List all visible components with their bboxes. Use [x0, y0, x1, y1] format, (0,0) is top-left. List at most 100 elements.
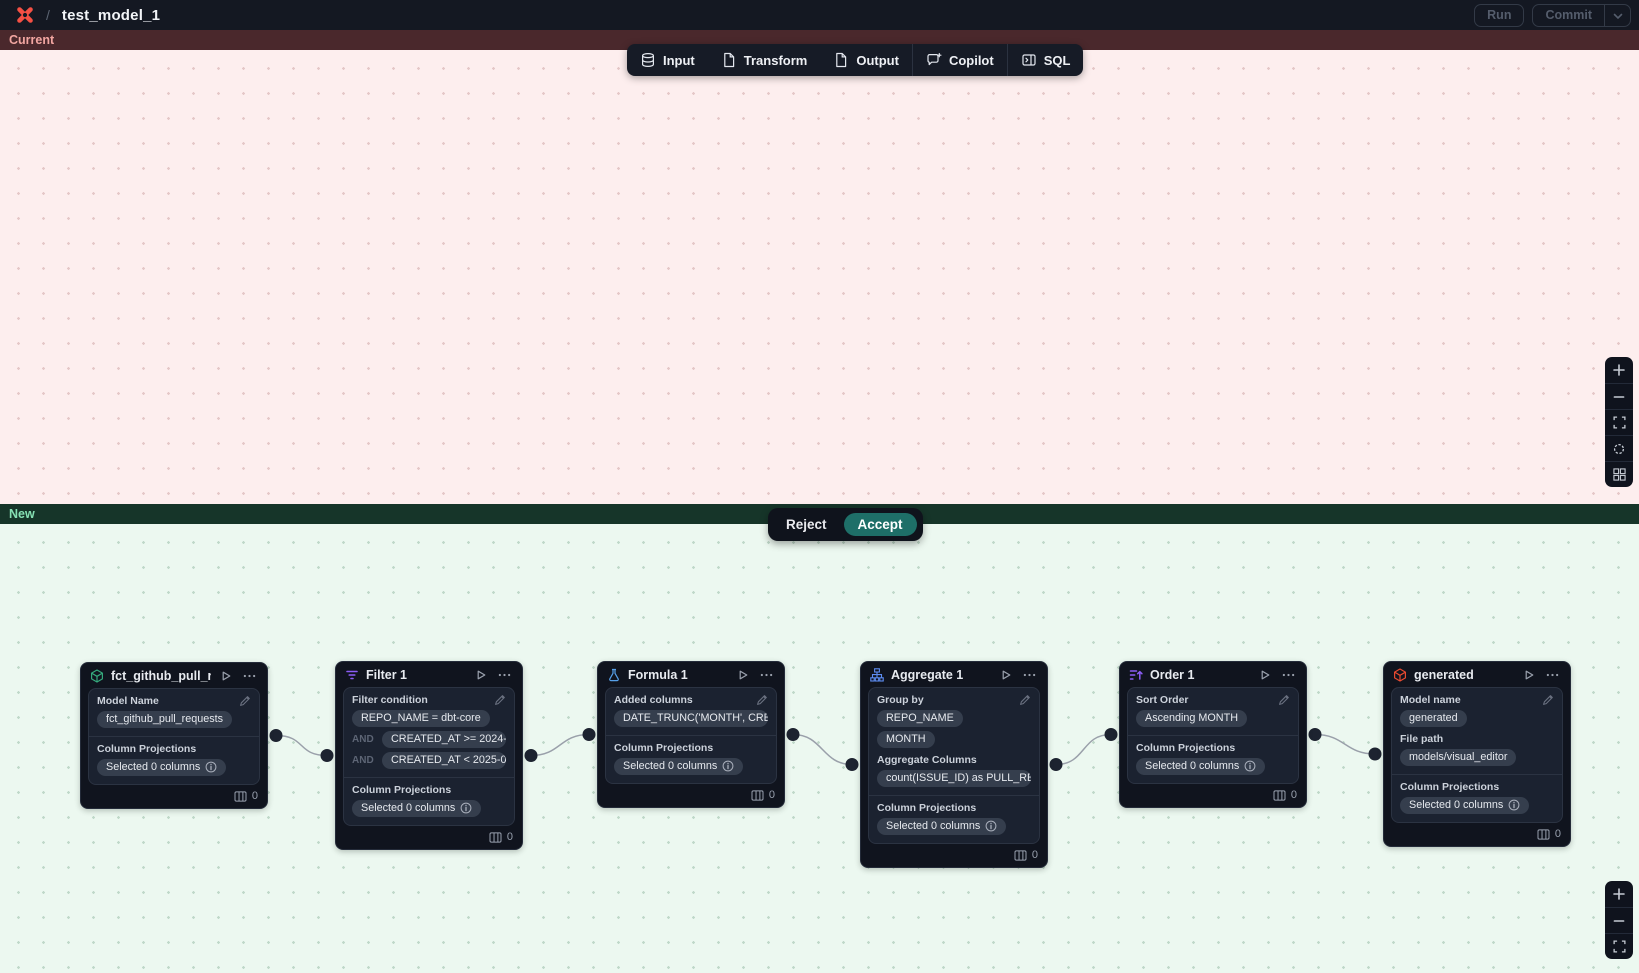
- node-menu-button[interactable]: [1544, 672, 1561, 678]
- current-grid-button[interactable]: [1605, 461, 1633, 487]
- node-run-button[interactable]: [473, 668, 489, 682]
- node-menu-button[interactable]: [241, 673, 258, 679]
- zoom-out-icon: [1612, 914, 1626, 928]
- toolbar-item-transform[interactable]: Transform: [708, 44, 821, 76]
- field-label-row: Model name: [1400, 694, 1554, 706]
- pencil-icon: [1542, 694, 1554, 706]
- node-config-panel: Filter conditionREPO_NAME = dbt-coreANDC…: [343, 687, 515, 826]
- database-icon: [640, 52, 656, 68]
- node-footer: 0: [81, 785, 267, 808]
- node-run-button[interactable]: [1257, 668, 1273, 682]
- field-label: Model name: [1400, 694, 1461, 706]
- fit-view-icon: [1613, 940, 1626, 953]
- dbt-logo-icon[interactable]: [14, 4, 36, 26]
- panel-divider: [89, 736, 259, 737]
- node-title: Aggregate 1: [891, 668, 991, 682]
- field-row: Selected 0 columns: [352, 800, 506, 817]
- node-order-1[interactable]: Order 1Sort OrderAscending MONTHColumn P…: [1119, 661, 1307, 808]
- info-icon[interactable]: [985, 820, 997, 832]
- commit-dropdown-button[interactable]: [1604, 5, 1630, 26]
- play-icon: [220, 670, 232, 682]
- field-row: ANDCREATED_AT < 2025-03-01: [352, 752, 506, 769]
- canvas-controls-new: [1605, 881, 1633, 959]
- new-zoom-in-button[interactable]: [1605, 881, 1633, 907]
- node-run-button[interactable]: [1521, 668, 1537, 682]
- field-label-row: Column Projections: [1136, 742, 1290, 754]
- current-focus-button[interactable]: [1605, 435, 1633, 461]
- field-label: Filter condition: [352, 694, 428, 706]
- info-icon[interactable]: [205, 761, 217, 773]
- row-count: 0: [1032, 849, 1038, 861]
- node-menu-button[interactable]: [1021, 672, 1038, 678]
- run-button[interactable]: Run: [1474, 4, 1524, 27]
- chevron-down-icon: [1613, 8, 1623, 23]
- node-run-button[interactable]: [218, 669, 234, 683]
- info-icon[interactable]: [722, 760, 734, 772]
- value-pill: DATE_TRUNC('MONTH', CREATED_AT…: [614, 710, 768, 727]
- focus-icon: [1612, 442, 1626, 456]
- node-footer: 0: [861, 844, 1047, 867]
- new-zoom-out-button[interactable]: [1605, 907, 1633, 933]
- columns-icon: [489, 832, 502, 843]
- node-title: fct_github_pull_requests: [111, 669, 211, 683]
- node-run-button[interactable]: [735, 668, 751, 682]
- info-icon[interactable]: [460, 802, 472, 814]
- commit-button[interactable]: Commit: [1533, 5, 1604, 26]
- field-label-row: Sort Order: [1136, 694, 1290, 706]
- node-generated[interactable]: generatedModel namegeneratedFile pathmod…: [1383, 661, 1571, 847]
- field-row: Selected 0 columns: [1136, 758, 1290, 775]
- edit-button[interactable]: [756, 694, 768, 706]
- node-filter-1[interactable]: Filter 1Filter conditionREPO_NAME = dbt-…: [335, 661, 523, 850]
- node-aggregate-1[interactable]: Aggregate 1Group byREPO_NAMEMONTHAggrega…: [860, 661, 1048, 868]
- current-zoom-in-button[interactable]: [1605, 357, 1633, 383]
- ellipsis-icon: [498, 673, 511, 677]
- value-pill: REPO_NAME = dbt-core: [352, 710, 490, 727]
- cube-icon: [90, 669, 104, 683]
- pencil-icon: [494, 694, 506, 706]
- toolbar-item-copilot[interactable]: Copilot: [913, 44, 1007, 76]
- info-icon[interactable]: [1508, 799, 1520, 811]
- toolbar-item-output[interactable]: Output: [820, 44, 912, 76]
- field-label: Aggregate Columns: [877, 754, 977, 766]
- column-projections-pill: Selected 0 columns: [97, 759, 226, 776]
- filter-icon: [345, 668, 359, 682]
- accept-button[interactable]: Accept: [844, 513, 917, 536]
- value-pill: CREATED_AT >= 2024-12-01: [382, 731, 506, 748]
- field-row: Ascending MONTH: [1136, 710, 1290, 727]
- node-formula-1[interactable]: Formula 1Added columnsDATE_TRUNC('MONTH'…: [597, 661, 785, 808]
- value-pill: count(ISSUE_ID) as PULL_REQUEST_…: [877, 770, 1031, 787]
- flask-icon: [607, 668, 621, 682]
- node-run-button[interactable]: [998, 668, 1014, 682]
- edit-button[interactable]: [494, 694, 506, 706]
- node-footer: 0: [1120, 784, 1306, 807]
- toolbar-item-label: Input: [663, 53, 695, 68]
- file-icon: [833, 52, 849, 68]
- column-projections-pill: Selected 0 columns: [352, 800, 481, 817]
- edit-button[interactable]: [1278, 694, 1290, 706]
- toolbar-item-sql[interactable]: SQL: [1008, 44, 1084, 76]
- node-menu-button[interactable]: [496, 672, 513, 678]
- info-icon[interactable]: [1244, 760, 1256, 772]
- node-menu-button[interactable]: [758, 672, 775, 678]
- field-row: Selected 0 columns: [97, 759, 251, 776]
- row-count: 0: [1555, 828, 1561, 840]
- node-menu-button[interactable]: [1280, 672, 1297, 678]
- diff-actions: Reject Accept: [768, 508, 923, 541]
- ellipsis-icon: [1023, 673, 1036, 677]
- field-label-row: Model Name: [97, 695, 251, 707]
- and-label: AND: [352, 755, 376, 766]
- edit-button[interactable]: [239, 695, 251, 707]
- field-label-row: Aggregate Columns: [877, 754, 1031, 766]
- reject-button[interactable]: Reject: [774, 513, 839, 536]
- new-fit-view-button[interactable]: [1605, 933, 1633, 959]
- node-fct_github_pull_requests[interactable]: fct_github_pull_requestsModel Namefct_gi…: [80, 662, 268, 809]
- current-fit-view-button[interactable]: [1605, 409, 1633, 435]
- edit-button[interactable]: [1542, 694, 1554, 706]
- field-label-row: Filter condition: [352, 694, 506, 706]
- current-zoom-out-button[interactable]: [1605, 383, 1633, 409]
- toolbar-item-input[interactable]: Input: [627, 44, 708, 76]
- node-config-panel: Sort Order Ascending MONTH Column Projecti…: [1127, 687, 1299, 784]
- canvas-current-version[interactable]: [0, 50, 1639, 504]
- panel-divider: [1392, 774, 1562, 775]
- edit-button[interactable]: [1019, 694, 1031, 706]
